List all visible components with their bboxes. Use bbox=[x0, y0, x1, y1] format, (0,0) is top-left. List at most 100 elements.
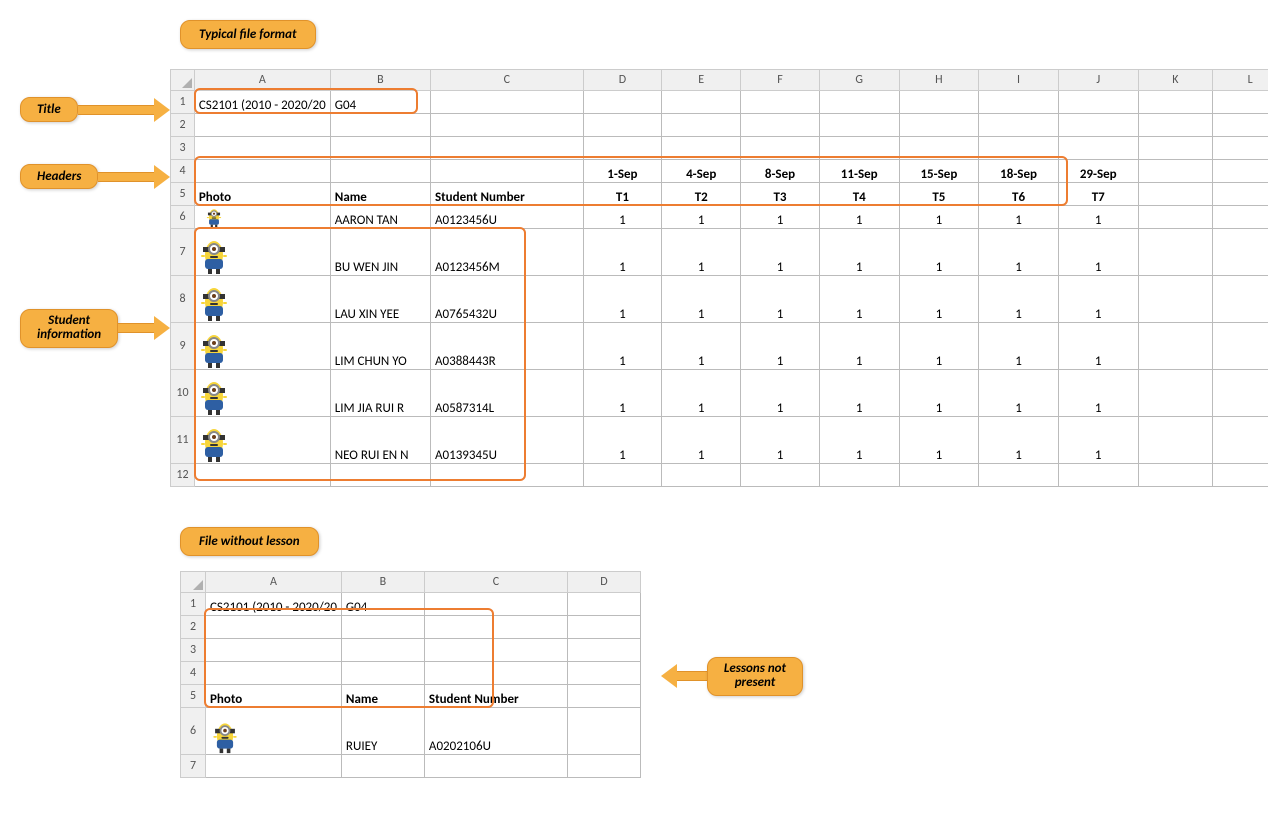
col-header[interactable]: D bbox=[567, 572, 640, 593]
empty-cell[interactable] bbox=[979, 114, 1059, 137]
title-cell[interactable]: CS2101 (2010 - 2020/20 bbox=[194, 91, 330, 114]
col-header[interactable]: A bbox=[194, 70, 330, 91]
empty-cell[interactable] bbox=[194, 464, 330, 487]
empty-cell[interactable] bbox=[899, 137, 979, 160]
photo-cell[interactable] bbox=[194, 323, 330, 370]
value-cell[interactable]: 1 bbox=[979, 370, 1059, 417]
col-header[interactable]: E bbox=[662, 70, 741, 91]
t-header[interactable]: T4 bbox=[819, 183, 899, 206]
col-header[interactable]: A bbox=[206, 572, 342, 593]
photo-cell[interactable] bbox=[194, 276, 330, 323]
empty-cell[interactable] bbox=[819, 114, 899, 137]
header-photo[interactable]: Photo bbox=[206, 685, 342, 708]
name-cell[interactable]: LIM JIA RUI R bbox=[330, 370, 430, 417]
date-header[interactable]: 29-Sep bbox=[1058, 160, 1138, 183]
empty-cell[interactable] bbox=[206, 639, 342, 662]
empty-cell[interactable] bbox=[583, 91, 662, 114]
name-cell[interactable]: BU WEN JIN bbox=[330, 229, 430, 276]
col-header[interactable]: F bbox=[741, 70, 820, 91]
empty-cell[interactable] bbox=[1058, 91, 1138, 114]
empty-cell[interactable] bbox=[662, 137, 741, 160]
stuno-cell[interactable]: A0123456M bbox=[431, 229, 584, 276]
empty-cell[interactable] bbox=[206, 662, 342, 685]
photo-cell[interactable] bbox=[194, 206, 330, 229]
name-cell[interactable]: NEO RUI EN N bbox=[330, 417, 430, 464]
value-cell[interactable]: 1 bbox=[819, 206, 899, 229]
name-cell[interactable]: LAU XIN YEE bbox=[330, 276, 430, 323]
empty-cell[interactable] bbox=[206, 755, 342, 778]
row-number[interactable]: 9 bbox=[171, 323, 195, 370]
row-number[interactable]: 5 bbox=[171, 183, 195, 206]
col-header[interactable]: C bbox=[424, 572, 567, 593]
header-stuno[interactable]: Student Number bbox=[431, 183, 584, 206]
value-cell[interactable]: 1 bbox=[1058, 276, 1138, 323]
row-number[interactable]: 7 bbox=[171, 229, 195, 276]
value-cell[interactable]: 1 bbox=[899, 370, 979, 417]
empty-cell[interactable] bbox=[424, 616, 567, 639]
row-number[interactable]: 4 bbox=[181, 662, 206, 685]
empty-cell[interactable] bbox=[741, 137, 820, 160]
stuno-cell[interactable]: A0765432U bbox=[431, 276, 584, 323]
row-number[interactable]: 2 bbox=[181, 616, 206, 639]
date-header[interactable]: 11-Sep bbox=[819, 160, 899, 183]
empty-cell[interactable] bbox=[341, 616, 424, 639]
value-cell[interactable]: 1 bbox=[899, 323, 979, 370]
empty-cell[interactable] bbox=[979, 91, 1059, 114]
name-cell[interactable]: RUIEY bbox=[341, 708, 424, 755]
col-header[interactable]: L bbox=[1213, 70, 1268, 91]
value-cell[interactable]: 1 bbox=[819, 370, 899, 417]
stuno-cell[interactable]: A0123456U bbox=[431, 206, 584, 229]
row-number[interactable]: 3 bbox=[181, 639, 206, 662]
value-cell[interactable]: 1 bbox=[979, 417, 1059, 464]
value-cell[interactable]: 1 bbox=[1058, 323, 1138, 370]
value-cell[interactable]: 1 bbox=[979, 323, 1059, 370]
date-header[interactable]: 18-Sep bbox=[979, 160, 1059, 183]
empty-cell[interactable] bbox=[1213, 464, 1268, 487]
empty-cell[interactable] bbox=[424, 639, 567, 662]
empty-cell[interactable] bbox=[424, 662, 567, 685]
stuno-cell[interactable]: A0388443R bbox=[431, 323, 584, 370]
col-header[interactable]: B bbox=[330, 70, 430, 91]
empty-cell[interactable] bbox=[662, 91, 741, 114]
value-cell[interactable]: 1 bbox=[662, 206, 741, 229]
empty-cell[interactable] bbox=[662, 114, 741, 137]
empty-cell[interactable] bbox=[330, 464, 430, 487]
col-header[interactable]: I bbox=[979, 70, 1059, 91]
col-header[interactable]: K bbox=[1138, 70, 1213, 91]
header-name[interactable]: Name bbox=[330, 183, 430, 206]
value-cell[interactable]: 1 bbox=[899, 229, 979, 276]
empty-cell[interactable] bbox=[1058, 137, 1138, 160]
col-header[interactable]: G bbox=[819, 70, 899, 91]
t-header[interactable]: T3 bbox=[741, 183, 820, 206]
empty-cell[interactable] bbox=[819, 464, 899, 487]
empty-cell[interactable] bbox=[431, 137, 584, 160]
empty-cell[interactable] bbox=[206, 616, 342, 639]
value-cell[interactable]: 1 bbox=[583, 323, 662, 370]
row-number[interactable]: 6 bbox=[181, 708, 206, 755]
row-number[interactable]: 3 bbox=[171, 137, 195, 160]
empty-cell[interactable] bbox=[583, 137, 662, 160]
photo-cell[interactable] bbox=[206, 708, 342, 755]
col-header[interactable]: J bbox=[1058, 70, 1138, 91]
stuno-cell[interactable]: A0202106U bbox=[424, 708, 567, 755]
photo-cell[interactable] bbox=[194, 417, 330, 464]
empty-cell[interactable] bbox=[567, 662, 640, 685]
value-cell[interactable]: 1 bbox=[741, 276, 820, 323]
empty-cell[interactable] bbox=[899, 91, 979, 114]
empty-cell[interactable] bbox=[979, 464, 1059, 487]
t-header[interactable]: T7 bbox=[1058, 183, 1138, 206]
value-cell[interactable]: 1 bbox=[662, 229, 741, 276]
row-number[interactable]: 1 bbox=[181, 593, 206, 616]
empty-cell[interactable] bbox=[1213, 137, 1268, 160]
row-number[interactable]: 5 bbox=[181, 685, 206, 708]
empty-cell[interactable] bbox=[431, 464, 584, 487]
date-header[interactable]: 4-Sep bbox=[662, 160, 741, 183]
value-cell[interactable]: 1 bbox=[583, 276, 662, 323]
row-number[interactable]: 4 bbox=[171, 160, 195, 183]
empty-cell[interactable] bbox=[341, 662, 424, 685]
empty-cell[interactable] bbox=[1058, 464, 1138, 487]
t-header[interactable]: T6 bbox=[979, 183, 1059, 206]
value-cell[interactable]: 1 bbox=[979, 276, 1059, 323]
value-cell[interactable]: 1 bbox=[583, 229, 662, 276]
row-number[interactable]: 8 bbox=[171, 276, 195, 323]
